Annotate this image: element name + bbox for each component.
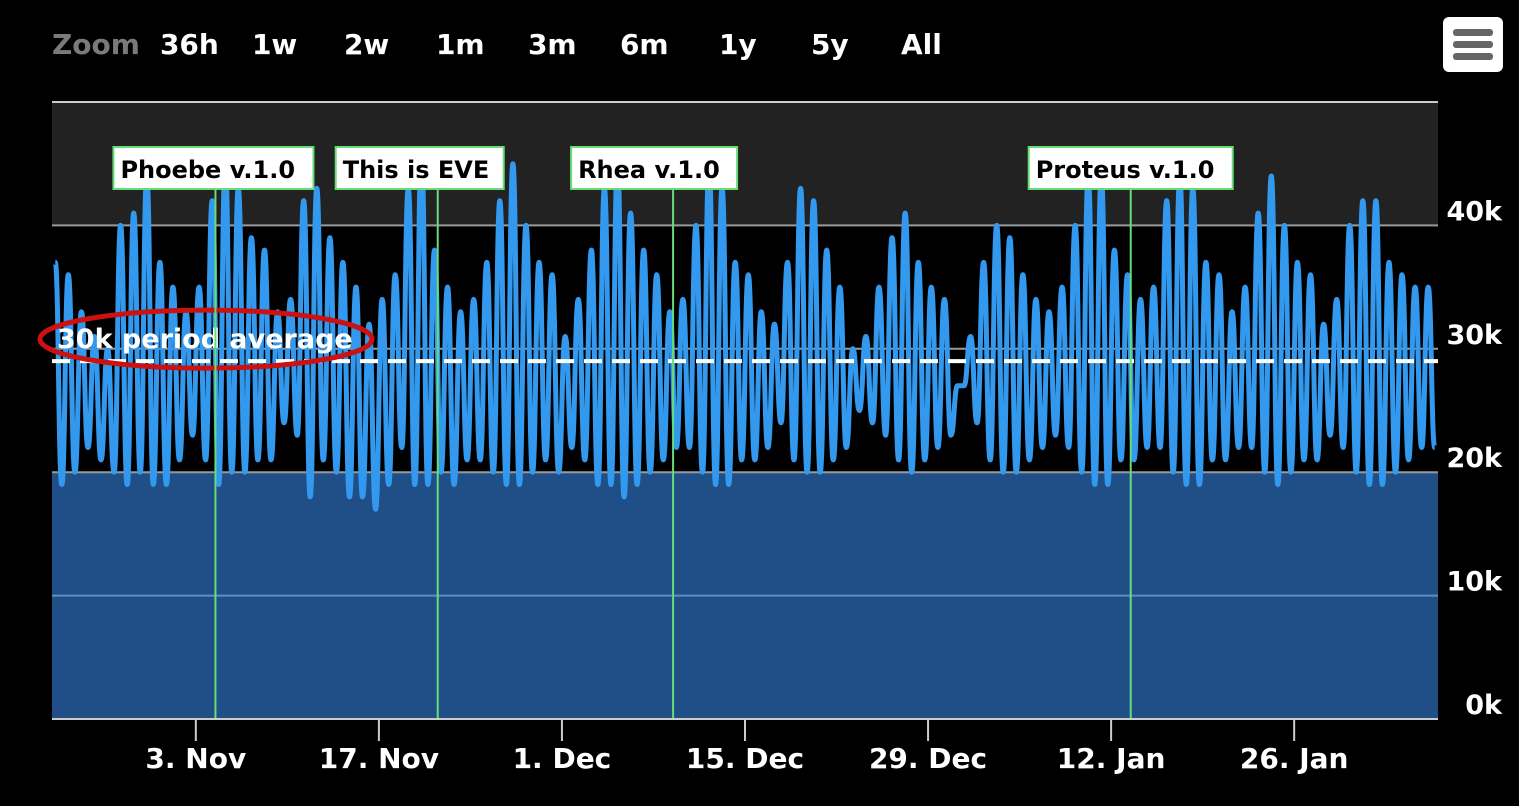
x-tick-label: 29. Dec — [869, 742, 987, 775]
chart: 30k period average Phoebe v.1.0 This is E… — [37, 101, 1503, 775]
flag-label: Proteus v.1.0 — [1036, 156, 1215, 184]
y-tick-label: 30k — [1446, 320, 1503, 351]
x-tick-label: 26. Jan — [1240, 742, 1349, 775]
x-tick-label: 1. Dec — [513, 742, 612, 775]
y-tick-label: 40k — [1446, 196, 1503, 227]
x-tick-label: 3. Nov — [145, 742, 246, 775]
flag-label: Rhea v.1.0 — [578, 156, 720, 184]
x-tick-label: 12. Jan — [1057, 742, 1166, 775]
x-tick-label: 17. Nov — [319, 742, 439, 775]
flag-label: This is EVE — [343, 156, 490, 184]
y-tick-label: 10k — [1446, 567, 1503, 598]
average-line-label: 30k period average — [57, 324, 353, 355]
y-tick-label: 0k — [1465, 690, 1503, 721]
y-tick-label: 20k — [1446, 443, 1503, 474]
flag-label: Phoebe v.1.0 — [120, 156, 295, 184]
x-tick-label: 15. Dec — [686, 742, 804, 775]
